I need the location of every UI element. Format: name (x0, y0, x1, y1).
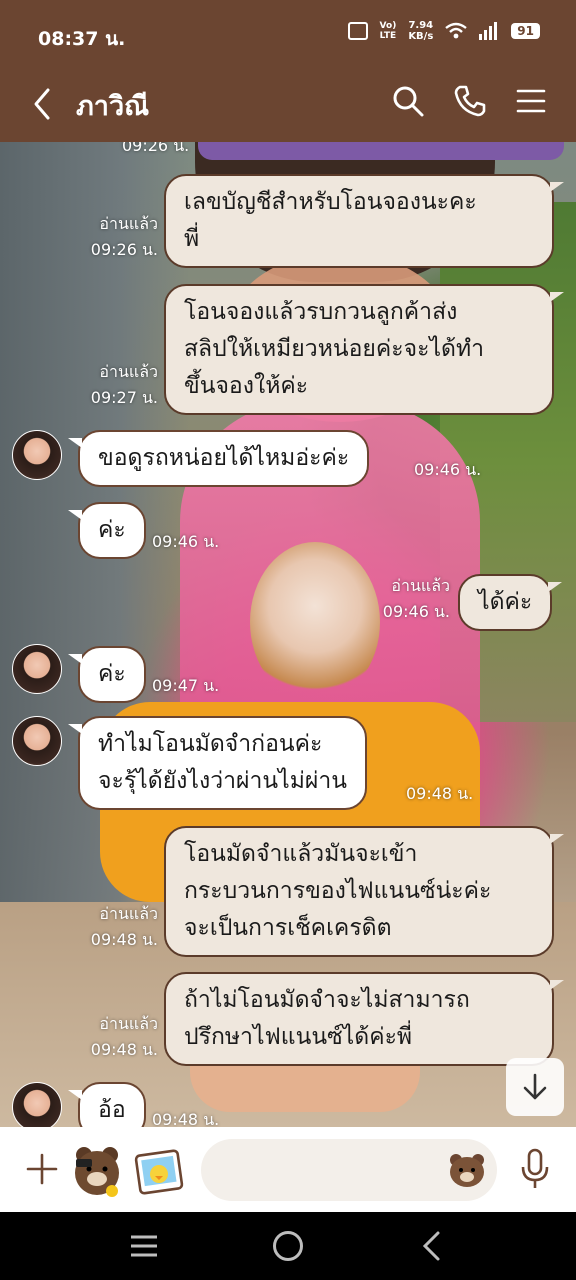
status-bar: 08:37 น. Vo) LTE 7.94 KB/s 91 (0, 0, 576, 70)
message-line: ขึ้นจองให้ค่ะ (184, 373, 309, 399)
message-input-bar (0, 1127, 576, 1212)
nav-back-button[interactable] (420, 1230, 444, 1262)
signal-icon (479, 22, 499, 40)
wifi-icon (445, 22, 468, 40)
contact-avatar[interactable] (12, 716, 62, 766)
message-time: 09:48 น. (90, 1040, 158, 1059)
back-arrow-icon (34, 88, 50, 120)
message-line: ทำไมโอนมัดจำก่อนค่ะ (98, 731, 323, 757)
message-line: ขอดูรถหน่อยได้ไหมอ่ะค่ะ (98, 445, 350, 471)
message-line: ได้ค่ะ (478, 589, 533, 615)
voice-message-button[interactable] (518, 1147, 552, 1191)
scroll-to-bottom-button[interactable] (506, 1058, 564, 1116)
menu-icon (516, 89, 546, 113)
message-line: กระบวนการของไฟแนนซ์น่ะค่ะ (184, 878, 492, 904)
arrow-down-icon (523, 1073, 547, 1100)
outgoing-message[interactable]: เลขบัญชีสำหรับโอนจองนะคะ พี่ (164, 174, 564, 268)
incoming-message[interactable]: ค่ะ (68, 502, 146, 559)
system-nav-bar (0, 1212, 576, 1280)
incoming-message[interactable]: ทำไมโอนมัดจำก่อนค่ะ จะรุ้ได้ยังไงว่าผ่าน… (68, 716, 367, 810)
outgoing-message[interactable]: โอนมัดจำแล้วมันจะเข้า กระบวนการของไฟแนนซ… (164, 826, 564, 957)
read-receipt: อ่านแล้ว (99, 362, 158, 381)
message-line: จะรุ้ได้ยังไงว่าผ่านไม่ผ่าน (98, 768, 347, 794)
chat-title: ภาวิณี (76, 91, 150, 122)
chat-area[interactable]: 09:26 น. เลขบัญชีสำหรับโอนจองนะคะ พี่ อ่… (0, 142, 576, 1127)
phone-icon (454, 85, 486, 117)
read-receipt: อ่านแล้ว (99, 904, 158, 923)
message-line: ปรึกษาไฟแนนซ์ได้ค่ะพี่ (184, 1024, 413, 1050)
message-line: ค่ะ (98, 661, 126, 687)
contact-avatar[interactable] (12, 1082, 62, 1127)
message-line: โอนจองแล้วรบกวนลูกค้าส่ง (184, 299, 458, 325)
menu-button[interactable] (514, 83, 550, 119)
message-line: อ้อ (98, 1097, 126, 1123)
incoming-message[interactable]: ขอดูรถหน่อยได้ไหมอ่ะค่ะ (67, 430, 370, 487)
status-time: 08:37 น. (38, 28, 126, 50)
read-receipt: อ่านแล้ว (99, 1014, 158, 1033)
home-button[interactable] (273, 1231, 303, 1261)
status-icons: Vo) LTE 7.94 KB/s 91 (347, 20, 540, 42)
message-time: 09:47 น. (152, 676, 220, 695)
emoji-button[interactable] (448, 1152, 486, 1188)
read-receipt: อ่านแล้ว (99, 214, 158, 233)
nav-back-icon (422, 1231, 440, 1261)
message-time: 09:48 น. (90, 930, 158, 949)
message-line: จะเป็นการเช็คเครดิต (184, 915, 392, 941)
sticker-button[interactable] (68, 1141, 126, 1199)
message-line: โอนมัดจำแล้วมันจะเข้า (184, 841, 418, 867)
message-line: ถ้าไม่โอนมัดจำจะไม่สามารถ (184, 987, 470, 1013)
message-time: 09:48 น. (152, 1110, 220, 1127)
outgoing-message[interactable]: ถ้าไม่โอนมัดจำจะไม่สามารถ ปรึกษาไฟแนนซ์ไ… (164, 972, 564, 1066)
network-speed: 7.94 KB/s (408, 20, 434, 42)
emoji-bear-icon (450, 1154, 484, 1187)
incoming-message[interactable]: ค่ะ (68, 646, 146, 703)
volte-indicator: Vo) LTE (379, 21, 397, 41)
contact-avatar[interactable] (12, 430, 62, 480)
message-line: สลิปให้เหมียวหน่อยค่ะจะได้ทำ (184, 336, 485, 362)
contact-avatar[interactable] (12, 644, 62, 694)
message-line: ค่ะ (98, 517, 126, 543)
vibrate-icon (347, 22, 368, 40)
brown-bear-sticker-icon (75, 1147, 119, 1197)
message-time: 09:26 น. (122, 142, 190, 155)
message-time: 09:46 น. (382, 602, 450, 621)
message-time: 09:26 น. (90, 240, 158, 259)
outgoing-message[interactable]: ได้ค่ะ (458, 574, 563, 631)
outgoing-message[interactable]: โอนจองแล้วรบกวนลูกค้าส่ง สลิปให้เหมียวหน… (164, 284, 564, 415)
battery-icon: 91 (511, 23, 540, 39)
incoming-message[interactable]: อ้อ (68, 1082, 146, 1127)
plus-icon (26, 1153, 58, 1185)
background-photo-doll (250, 542, 380, 702)
message-time: 09:46 น. (152, 532, 220, 551)
message-line: เลขบัญชีสำหรับโอนจองนะคะ (184, 189, 477, 215)
call-button[interactable] (452, 83, 488, 119)
message-line: พี่ (184, 226, 200, 252)
add-attachment-button[interactable] (24, 1151, 60, 1187)
message-time: 09:27 น. (90, 388, 158, 407)
message-time: 09:48 น. (406, 784, 474, 803)
partial-message-bubble[interactable] (198, 142, 564, 160)
microphone-icon (521, 1148, 549, 1188)
chat-header: ภาวิณี (0, 70, 576, 142)
message-time: 09:46 น. (414, 460, 482, 479)
sticker-photo-icon (134, 1149, 184, 1195)
back-button[interactable] (28, 84, 58, 124)
photo-sticker-button[interactable] (134, 1147, 186, 1197)
recent-apps-icon (131, 1235, 157, 1257)
recent-apps-button[interactable] (129, 1234, 159, 1258)
search-button[interactable] (390, 83, 426, 119)
read-receipt: อ่านแล้ว (391, 576, 450, 595)
search-icon (393, 86, 424, 117)
